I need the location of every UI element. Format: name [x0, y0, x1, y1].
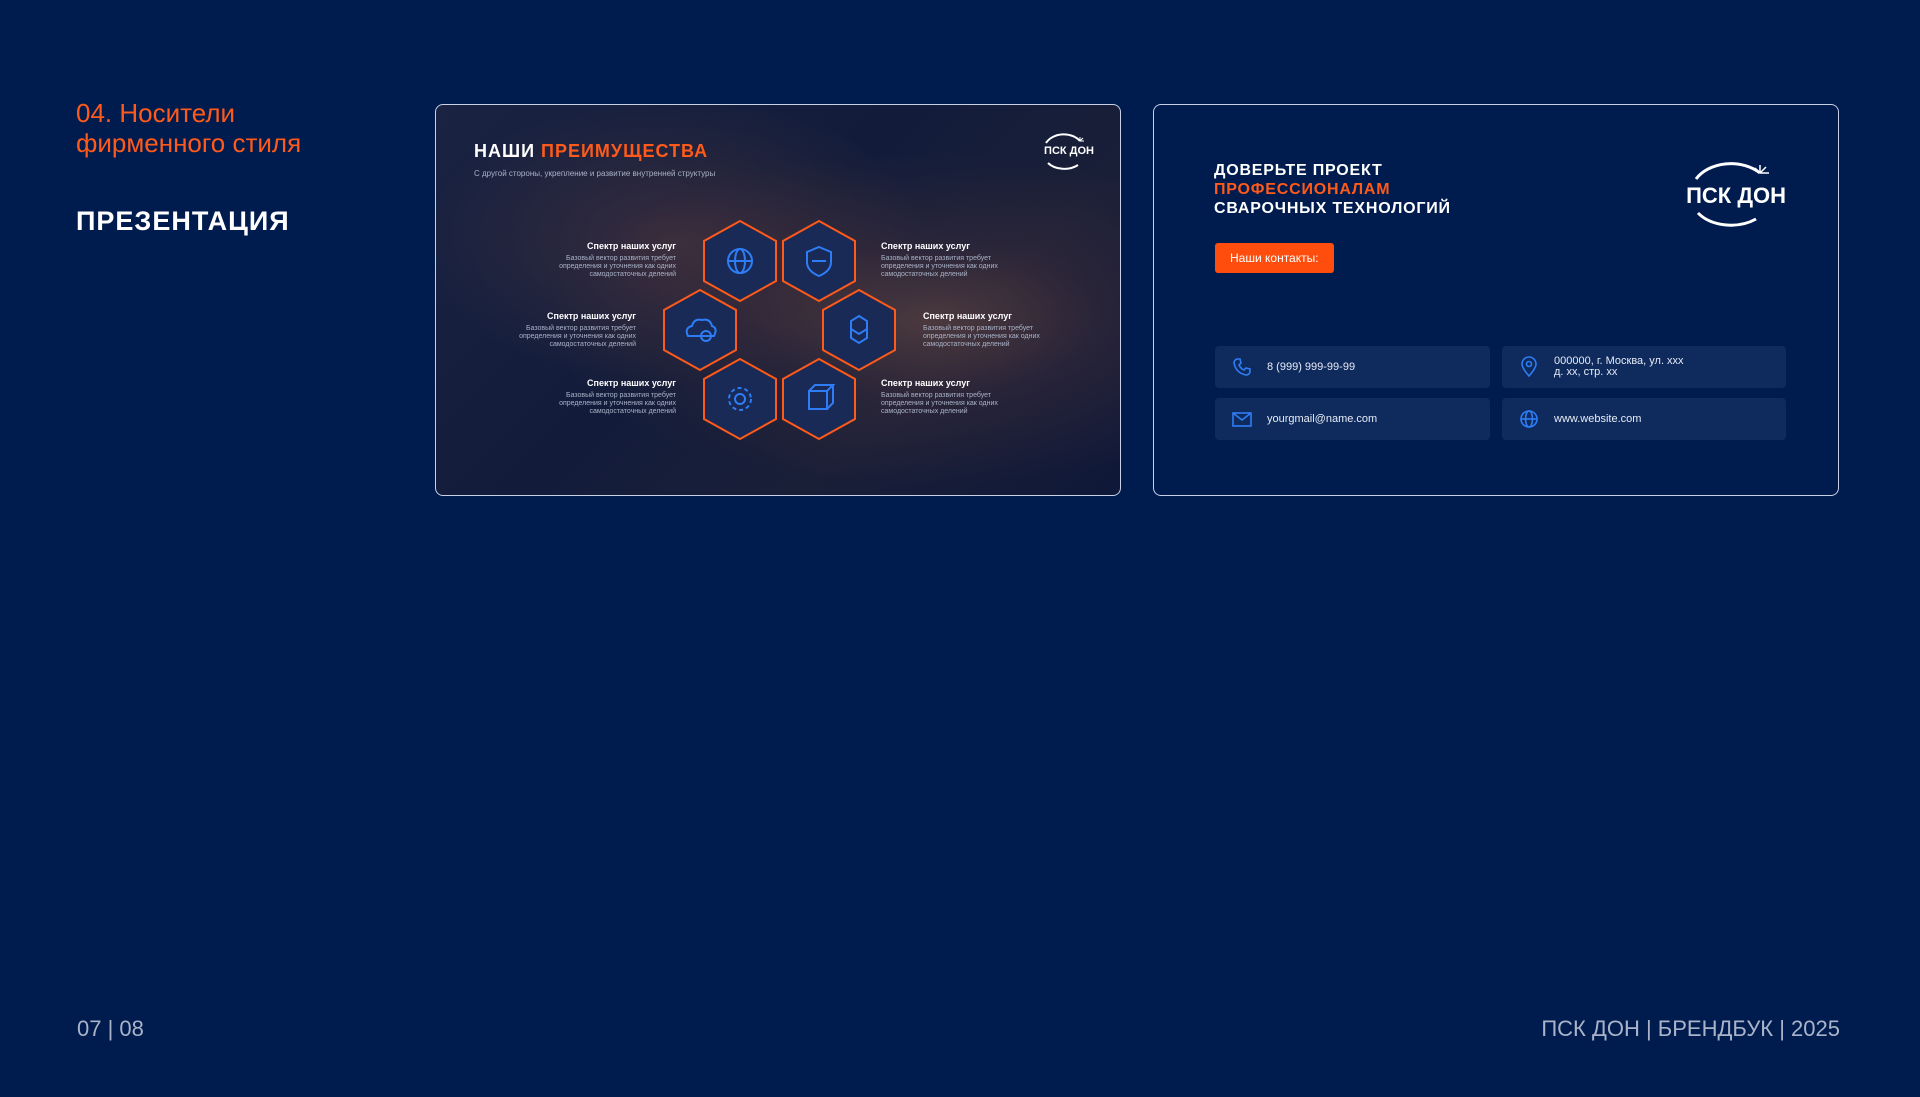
website-text: www.website.com	[1554, 412, 1642, 425]
footer-brand: ПСК ДОН | БРЕНДБУК | 2025	[1541, 1016, 1840, 1041]
advantage-desc: Базовый вектор развития требует определе…	[559, 255, 676, 278]
advantage-title: Спектр наших услуг	[547, 311, 636, 321]
advantage-desc: Базовый вектор развития требует определе…	[519, 325, 636, 348]
page-number: 07 | 08	[77, 1016, 144, 1041]
headline-line-2: ПРОФЕССИОНАЛАМ	[1214, 181, 1391, 198]
section-subtitle: ПРЕЗЕНТАЦИЯ	[76, 206, 290, 236]
slide-title: НАШИ ПРЕИМУЩЕСТВА	[474, 141, 708, 162]
contact-website[interactable]: www.website.com	[1502, 398, 1786, 440]
slide-title-white: НАШИ	[474, 141, 536, 161]
email-text: yourgmail@name.com	[1267, 412, 1378, 425]
advantage-item: Спектр наших услуг Базовый вектор развит…	[923, 311, 1073, 349]
advantage-item: Спектр наших услуг Базовый вектор развит…	[881, 378, 1031, 416]
advantages-slide-preview: НАШИ ПРЕИМУЩЕСТВА С другой стороны, укре…	[435, 104, 1121, 496]
advantage-title: Спектр наших услуг	[881, 241, 970, 251]
address-line-2: д. xx, стр. xx	[1554, 366, 1618, 378]
logo-text: ПСК ДОН	[1044, 145, 1094, 157]
logo-text: ПСК ДОН	[1686, 183, 1786, 208]
slide-subtitle: С другой стороны, укрепление и развитие …	[474, 169, 716, 178]
advantage-title: Спектр наших услуг	[923, 311, 1012, 321]
phone-text: 8 (999) 999-99-99	[1267, 360, 1356, 373]
phone-icon	[1233, 358, 1251, 376]
contact-address[interactable]: 000000, г. Москва, ул. xxx д. xx, стр. x…	[1502, 346, 1786, 388]
advantage-desc: Базовый вектор развития требует определе…	[559, 392, 676, 415]
contacts-headline: ДОВЕРЬТЕ ПРОЕКТ ПРОФЕССИОНАЛАМ СВАРОЧНЫХ…	[1214, 161, 1451, 218]
advantage-item: Спектр наших услуг Базовый вектор развит…	[881, 241, 1031, 279]
advantage-title: Спектр наших услуг	[587, 378, 676, 388]
advantage-title: Спектр наших услуг	[881, 378, 970, 388]
advantage-item: Спектр наших услуг Базовый вектор развит…	[526, 241, 676, 279]
advantage-desc: Базовый вектор развития требует определе…	[881, 255, 998, 278]
contacts-slide-preview: ДОВЕРЬТЕ ПРОЕКТ ПРОФЕССИОНАЛАМ СВАРОЧНЫХ…	[1153, 104, 1839, 496]
advantage-desc: Базовый вектор развития требует определе…	[881, 392, 998, 415]
advantage-item: Спектр наших услуг Базовый вектор развит…	[526, 378, 676, 416]
advantage-desc: Базовый вектор развития требует определе…	[923, 325, 1040, 348]
envelope-icon	[1232, 412, 1252, 427]
advantage-item: Спектр наших услуг Базовый вектор развит…	[486, 311, 636, 349]
location-pin-icon	[1521, 356, 1537, 378]
contact-phone[interactable]: 8 (999) 999-99-99	[1215, 346, 1490, 388]
hex-box	[781, 357, 857, 441]
section-title: 04. Носители фирменного стиля	[76, 98, 302, 158]
globe-icon	[1520, 410, 1538, 428]
slide-title-accent: ПРЕИМУЩЕСТВА	[541, 141, 709, 161]
headline-line-1: ДОВЕРЬТЕ ПРОЕКТ	[1214, 162, 1383, 179]
hex-gear	[702, 357, 778, 441]
contacts-button[interactable]: Наши контакты:	[1215, 243, 1334, 273]
headline-line-3: СВАРОЧНЫХ ТЕХНОЛОГИЙ	[1214, 200, 1451, 217]
contact-email[interactable]: yourgmail@name.com	[1215, 398, 1490, 440]
advantage-title: Спектр наших услуг	[587, 241, 676, 251]
